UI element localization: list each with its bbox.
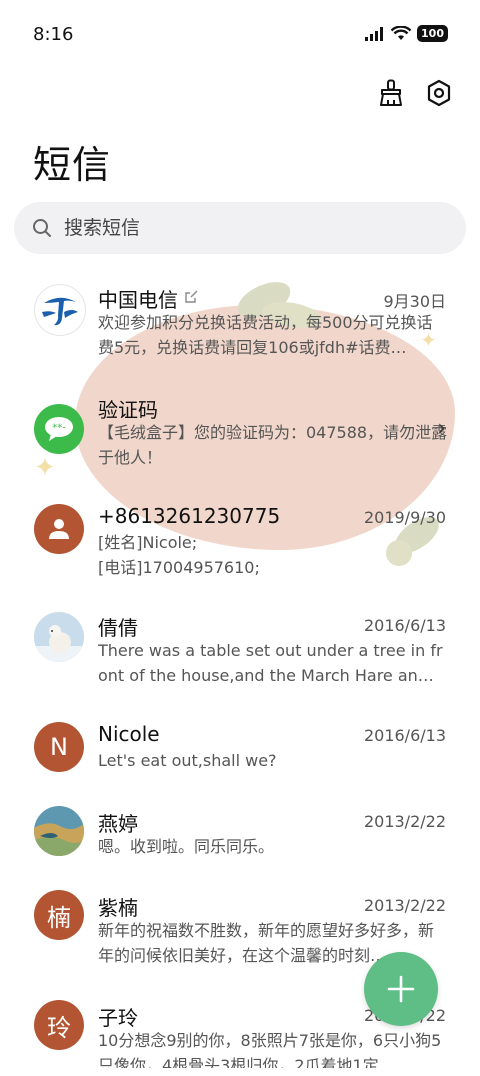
conversation-row[interactable]: 燕婷 2013/2/22 嗯。收到啦。同乐同乐。 <box>0 796 480 886</box>
conversation-preview: [姓名]Nicole; [电话]17004957610; <box>98 533 260 577</box>
conversation-preview: Let's eat out,shall we? <box>98 751 277 770</box>
settings-icon <box>427 79 451 107</box>
conversation-row[interactable]: 中国电信 9月30日 欢迎参加积分兑换话费活动，每500分可兑换话费5元，兑换话… <box>0 268 480 368</box>
conversation-date: 9月30日 <box>383 292 446 311</box>
chevron-right-icon: › <box>437 416 446 441</box>
message-bubble-icon: **- <box>34 404 84 454</box>
page-title: 短信 <box>33 143 112 187</box>
svg-text:**-: **- <box>52 423 66 434</box>
conversation-name: +8613261230775 <box>98 504 281 528</box>
conversation-row[interactable]: **- 验证码 【毛绒盒子】您的验证码为：047588，请勿泄露于他人！ › <box>0 378 480 478</box>
conversation-preview: 嗯。收到啦。同乐同乐。 <box>98 837 275 856</box>
china-telecom-logo-icon <box>34 284 86 336</box>
conversation-name: Nicole <box>98 722 160 746</box>
conversation-preview: There was a table set out under a tree i… <box>98 641 443 685</box>
conversation-name: 紫楠 <box>98 896 138 920</box>
conversation-preview: 【毛绒盒子】您的验证码为：047588，请勿泄露于他人！ <box>98 423 448 467</box>
conversation-preview: 10分想念9别的你，8张照片7张是你，6只小狗5只像你，4根骨头3根归你，2爪着… <box>98 1031 442 1068</box>
avatar: 楠 <box>34 890 84 940</box>
conversation-date: 2016/6/13 <box>363 726 446 745</box>
conversation-date: 2013/2/22 <box>363 812 446 831</box>
status-bar: 8:16 100 <box>0 0 480 68</box>
status-icons: 100 <box>365 25 448 42</box>
wifi-icon <box>391 26 412 40</box>
person-icon <box>34 504 84 554</box>
conversation-preview: 欢迎参加积分兑换话费活动，每500分可兑换话费5元，兑换话费请回复106或jfd… <box>98 313 433 357</box>
plus-icon <box>387 975 415 1003</box>
landscape-photo <box>34 806 84 856</box>
conversation-date: 2019/9/30 <box>363 508 446 527</box>
official-badge-icon <box>185 290 198 303</box>
conversation-name: 倩倩 <box>98 616 138 640</box>
conversation-date: 2016/6/13 <box>363 616 446 635</box>
conversation-name: 验证码 <box>98 398 158 422</box>
avatar: N <box>34 722 84 772</box>
conversation-row[interactable]: 倩倩 2016/6/13 There was a table set out u… <box>0 598 480 698</box>
conversation-name: 燕婷 <box>98 812 138 836</box>
signal-icon <box>365 26 384 41</box>
conversation-name: 中国电信 <box>98 288 178 312</box>
new-message-button[interactable] <box>364 952 438 1026</box>
status-time: 8:16 <box>33 24 74 45</box>
avatar: 玲 <box>34 1000 84 1050</box>
battery-indicator: 100 <box>417 25 448 42</box>
polar-bear-photo <box>34 612 84 662</box>
clean-button[interactable] <box>376 78 406 108</box>
conversation-row[interactable]: +8613261230775 2019/9/30 [姓名]Nicole; [电话… <box>0 490 480 590</box>
header-actions <box>376 78 454 108</box>
search-icon <box>32 217 54 239</box>
conversation-name: 子玲 <box>98 1006 138 1030</box>
conversation-row[interactable]: N Nicole 2016/6/13 Let's eat out,shall w… <box>0 710 480 800</box>
search-input[interactable] <box>62 216 426 240</box>
broom-icon <box>380 79 402 106</box>
conversation-date: 2013/2/22 <box>363 896 446 915</box>
search-bar[interactable] <box>14 202 466 254</box>
settings-button[interactable] <box>424 78 454 108</box>
